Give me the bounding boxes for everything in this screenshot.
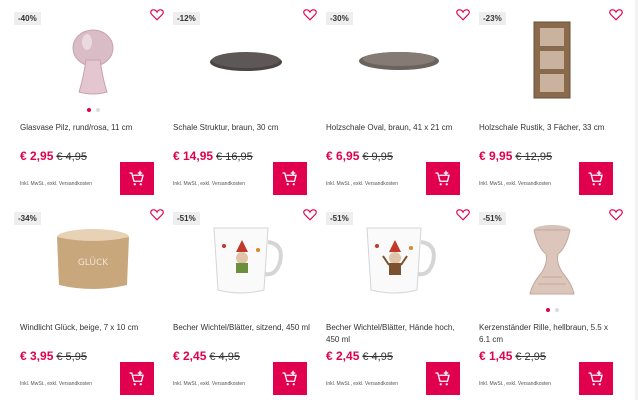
product-image[interactable] bbox=[344, 218, 454, 302]
dark-round-tray-image bbox=[210, 52, 282, 71]
wishlist-heart-icon[interactable] bbox=[456, 208, 470, 221]
discount-badge: -34% bbox=[14, 212, 41, 225]
add-to-cart-button[interactable] bbox=[273, 162, 307, 195]
product-card[interactable]: -34% GLÜCK Windlicht Glück, beige, 7 x 1… bbox=[14, 204, 168, 400]
cart-plus-icon bbox=[129, 370, 144, 385]
add-to-cart-button[interactable] bbox=[579, 362, 613, 395]
wishlist-heart-icon[interactable] bbox=[609, 208, 623, 221]
product-title[interactable]: Holzschale Rustik, 3 Fächer, 33 cm bbox=[479, 122, 619, 134]
product-image[interactable] bbox=[497, 218, 607, 302]
add-to-cart-button[interactable] bbox=[120, 362, 154, 395]
product-title[interactable]: Kerzenständer Rille, hellbraun, 5.5 x 6.… bbox=[479, 322, 619, 346]
image-carousel-dots[interactable] bbox=[477, 308, 627, 312]
ribbed-candle-holder-image bbox=[529, 225, 575, 295]
carousel-dot[interactable] bbox=[86, 108, 91, 112]
product-card[interactable]: -51% Kerzenständer Rille, hellbraun, 5.5… bbox=[477, 204, 627, 400]
rustic-shelf-image bbox=[533, 21, 571, 99]
glueck-candle-holder-image: GLÜCK bbox=[57, 229, 129, 289]
tax-note: Inkl. MwSt., exkl. Versandkosten bbox=[20, 381, 92, 387]
product-grid: -40% Glasvase Pilz, rund/rosa, 11 cm € 2… bbox=[0, 0, 638, 400]
carousel-dot[interactable] bbox=[95, 108, 100, 112]
oval-wooden-bowl-image bbox=[359, 52, 439, 70]
product-card[interactable]: -23% Holzschale Rustik, 3 Fächer, 33 cm … bbox=[477, 4, 627, 200]
product-title[interactable]: Becher Wichtel/Blätter, Hände hoch, 450 … bbox=[326, 322, 466, 346]
product-card[interactable]: -30% Holzschale Oval, braun, 41 x 21 cm … bbox=[324, 4, 474, 200]
cart-plus-icon bbox=[588, 170, 603, 185]
cart-plus-icon bbox=[435, 170, 450, 185]
product-image[interactable] bbox=[38, 18, 148, 102]
product-title[interactable]: Holzschale Oval, braun, 41 x 21 cm bbox=[326, 122, 466, 134]
add-to-cart-button[interactable] bbox=[273, 362, 307, 395]
product-price: € 2,95 € 4,95 bbox=[20, 149, 87, 163]
sale-price: € 2,45 bbox=[173, 349, 207, 363]
old-price: € 4,95 bbox=[56, 151, 87, 163]
cart-plus-icon bbox=[282, 170, 297, 185]
product-price: € 9,95 € 12,95 bbox=[479, 149, 552, 163]
old-price: € 16,95 bbox=[216, 151, 253, 163]
old-price: € 9,95 bbox=[362, 151, 393, 163]
sale-price: € 6,95 bbox=[326, 149, 360, 163]
product-price: € 14,95 € 16,95 bbox=[173, 149, 253, 163]
add-to-cart-button[interactable] bbox=[120, 162, 154, 195]
old-price: € 4,95 bbox=[209, 351, 240, 363]
wishlist-heart-icon[interactable] bbox=[303, 208, 317, 221]
tax-note: Inkl. MwSt., exkl. Versandkosten bbox=[326, 181, 398, 187]
old-price: € 4,95 bbox=[362, 351, 393, 363]
sale-price: € 9,95 bbox=[479, 149, 513, 163]
wishlist-heart-icon[interactable] bbox=[150, 208, 164, 221]
add-to-cart-button[interactable] bbox=[426, 162, 460, 195]
cart-plus-icon bbox=[282, 370, 297, 385]
wishlist-heart-icon[interactable] bbox=[456, 8, 470, 21]
discount-badge: -40% bbox=[14, 12, 41, 25]
product-price: € 3,95 € 5,95 bbox=[20, 349, 87, 363]
product-price: € 6,95 € 9,95 bbox=[326, 149, 393, 163]
product-image[interactable] bbox=[497, 18, 607, 102]
sale-price: € 2,45 bbox=[326, 349, 360, 363]
product-card[interactable]: -40% Glasvase Pilz, rund/rosa, 11 cm € 2… bbox=[14, 4, 168, 200]
tax-note: Inkl. MwSt., exkl. Versandkosten bbox=[479, 181, 551, 187]
tax-note: Inkl. MwSt., exkl. Versandkosten bbox=[479, 381, 551, 387]
gnome-mug-hands-up-image bbox=[366, 227, 436, 294]
cart-plus-icon bbox=[129, 170, 144, 185]
tax-note: Inkl. MwSt., exkl. Versandkosten bbox=[20, 181, 92, 187]
old-price: € 5,95 bbox=[56, 351, 87, 363]
sale-price: € 1,45 bbox=[479, 349, 513, 363]
tax-note: Inkl. MwSt., exkl. Versandkosten bbox=[173, 381, 245, 387]
wishlist-heart-icon[interactable] bbox=[150, 8, 164, 21]
sale-price: € 2,95 bbox=[20, 149, 54, 163]
product-card[interactable]: -51% Becher Wichtel/Blätter, sitzend, 45… bbox=[171, 204, 321, 400]
sale-price: € 14,95 bbox=[173, 149, 214, 163]
product-title[interactable]: Becher Wichtel/Blätter, sitzend, 450 ml bbox=[173, 322, 313, 334]
product-price: € 1,45 € 2,95 bbox=[479, 349, 546, 363]
carousel-dot[interactable] bbox=[545, 308, 550, 312]
product-price: € 2,45 € 4,95 bbox=[326, 349, 393, 363]
sale-price: € 3,95 bbox=[20, 349, 54, 363]
product-image[interactable] bbox=[191, 18, 301, 102]
product-price: € 2,45 € 4,95 bbox=[173, 349, 240, 363]
pink-mushroom-vase-image bbox=[72, 29, 114, 95]
add-to-cart-button[interactable] bbox=[579, 162, 613, 195]
product-image[interactable] bbox=[191, 218, 301, 302]
image-carousel-dots[interactable] bbox=[18, 108, 168, 112]
tax-note: Inkl. MwSt., exkl. Versandkosten bbox=[173, 181, 245, 187]
wishlist-heart-icon[interactable] bbox=[303, 8, 317, 21]
svg-text:GLÜCK: GLÜCK bbox=[78, 257, 109, 268]
add-to-cart-button[interactable] bbox=[426, 362, 460, 395]
old-price: € 2,95 bbox=[515, 351, 546, 363]
carousel-dot[interactable] bbox=[554, 308, 559, 312]
cart-plus-icon bbox=[435, 370, 450, 385]
cart-plus-icon bbox=[588, 370, 603, 385]
product-image[interactable] bbox=[344, 18, 454, 102]
wishlist-heart-icon[interactable] bbox=[609, 8, 623, 21]
product-image[interactable]: GLÜCK bbox=[38, 218, 148, 302]
product-card[interactable]: -12% Schale Struktur, braun, 30 cm € 14,… bbox=[171, 4, 321, 200]
gnome-mug-sitting-image bbox=[213, 227, 283, 294]
product-title[interactable]: Glasvase Pilz, rund/rosa, 11 cm bbox=[20, 122, 160, 134]
tax-note: Inkl. MwSt., exkl. Versandkosten bbox=[326, 381, 398, 387]
product-title[interactable]: Schale Struktur, braun, 30 cm bbox=[173, 122, 313, 134]
product-title[interactable]: Windlicht Glück, beige, 7 x 10 cm bbox=[20, 322, 160, 334]
product-card[interactable]: -51% Becher Wichtel/Blätter, Hände hoch,… bbox=[324, 204, 474, 400]
old-price: € 12,95 bbox=[515, 151, 553, 163]
